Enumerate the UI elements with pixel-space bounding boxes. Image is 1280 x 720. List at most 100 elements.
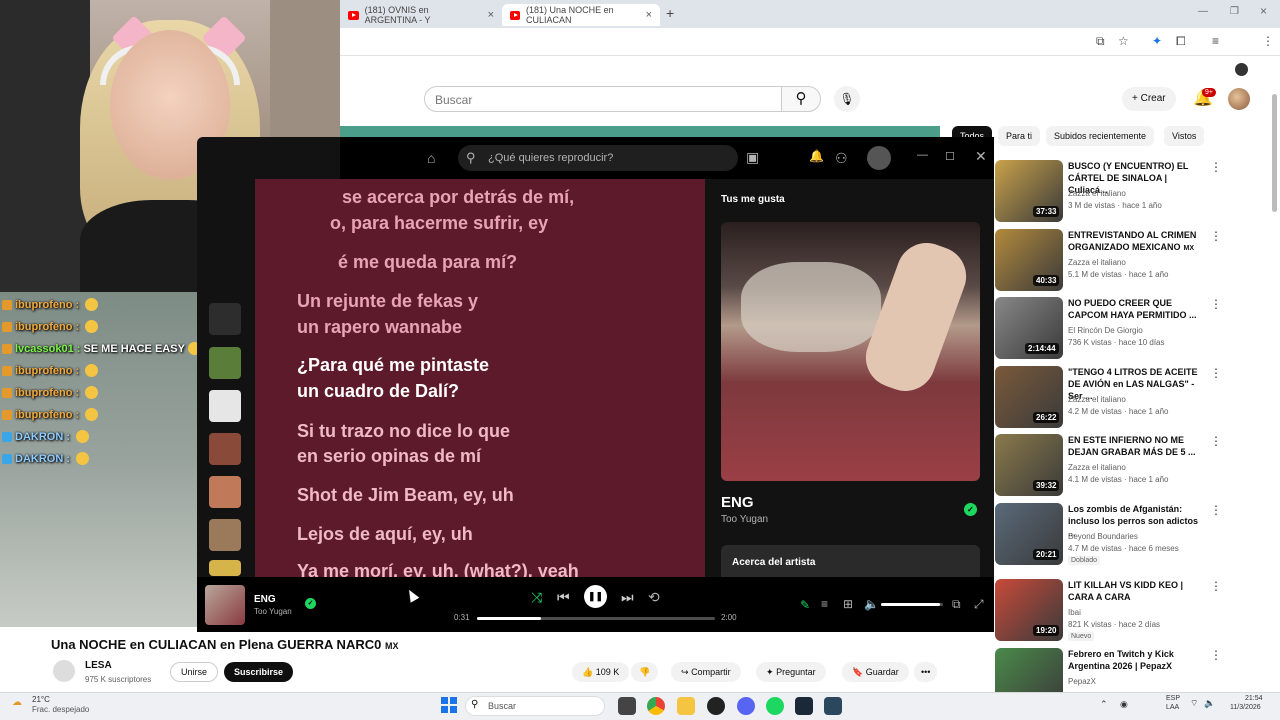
discord-icon[interactable] [737, 697, 755, 715]
search-button[interactable]: ⚲ [781, 86, 821, 112]
channel-name[interactable]: LESA [85, 660, 112, 671]
tray-chevron-icon[interactable]: ⌃ [1100, 699, 1108, 710]
friends-icon[interactable]: ⚇ [835, 150, 848, 167]
chip-para-ti[interactable]: Para ti [998, 126, 1041, 146]
avatar[interactable] [1228, 88, 1250, 110]
mic-icon[interactable]: 🎙 [834, 86, 860, 112]
more-options-icon[interactable]: ⋮ [1210, 229, 1222, 243]
pause-button[interactable]: ❚❚ [584, 585, 607, 608]
video-channel[interactable]: Beyond Boundaries [1068, 532, 1138, 541]
close-icon[interactable]: × [488, 9, 494, 21]
more-options-icon[interactable]: ⋮ [1210, 434, 1222, 448]
library-item[interactable] [209, 560, 241, 576]
devices-icon[interactable]: ⊞ [843, 597, 853, 611]
wifi-icon[interactable]: ⌔ [1190, 698, 1198, 709]
library-item[interactable] [209, 476, 241, 508]
more-options-icon[interactable]: ⋮ [1210, 503, 1222, 517]
browser-tab-culiacan[interactable]: (181) Una NOCHE en CULIACAN × [502, 4, 660, 26]
track-title[interactable]: ENG [721, 494, 754, 511]
extension-icon[interactable]: ✦ [1152, 34, 1162, 48]
recommended-video[interactable]: 20:21 Los zombis de Afganistán: incluso l… [995, 503, 1275, 565]
windows-start-icon[interactable] [441, 697, 457, 713]
miniplayer-icon[interactable]: ⧉ [952, 597, 961, 612]
more-options-icon[interactable]: ⋮ [1210, 366, 1222, 380]
library-item[interactable] [209, 390, 241, 422]
lyric-line[interactable]: un cuadro de Dalí? [297, 378, 459, 404]
spotify-search-input[interactable]: ¿Qué quieres reproducir? [458, 145, 738, 171]
maximize-icon[interactable]: ☐ [945, 150, 955, 163]
new-tab-button[interactable]: + [666, 5, 674, 21]
track-artist[interactable]: Too Yugan [721, 514, 768, 525]
save-button[interactable]: 🔖 Guardar [842, 662, 909, 682]
more-options-icon[interactable]: ⋮ [1210, 648, 1222, 662]
next-icon[interactable]: ⏭ [621, 589, 634, 606]
task-view-icon[interactable] [618, 697, 636, 715]
lyric-line[interactable]: ¿Para qué me pintaste [297, 352, 489, 378]
player-track-artist[interactable]: Too Yugan [254, 607, 292, 616]
lyric-line[interactable]: Si tu trazo no dice lo que [297, 418, 510, 444]
chip-vistos[interactable]: Vistos [1164, 126, 1205, 146]
chip-subidos-recientemente[interactable]: Subidos recientemente [1046, 126, 1155, 146]
fullscreen-icon[interactable]: ⤢ [974, 597, 984, 612]
join-button[interactable]: Unirse [170, 662, 219, 682]
player-track-title[interactable]: ENG [254, 594, 276, 605]
reading-list-icon[interactable]: ≡ [1212, 34, 1219, 48]
youtube-search-input[interactable]: Buscar [424, 86, 782, 112]
share-button[interactable]: ↪ Compartir [671, 662, 741, 682]
obs-icon[interactable] [707, 697, 725, 715]
lyric-line[interactable]: en serio opinas de mí [297, 443, 481, 469]
network-icon[interactable]: ◉ [1120, 699, 1128, 710]
volume-icon[interactable]: 🔈 [1204, 698, 1215, 709]
video-channel[interactable]: Zazza el italiano [1068, 395, 1126, 404]
video-channel[interactable]: El Rincón De Giorgio [1068, 326, 1143, 335]
channel-avatar[interactable] [53, 660, 75, 682]
video-channel[interactable]: PepazX [1068, 677, 1096, 686]
menu-dots-icon[interactable]: ⋮ [1262, 34, 1274, 48]
repeat-icon[interactable]: ⟲ [648, 589, 660, 606]
video-channel[interactable]: Zazza el italiano [1068, 463, 1126, 472]
spotify-avatar[interactable] [867, 146, 891, 170]
library-item[interactable] [209, 347, 241, 379]
lyric-line[interactable]: Un rejunte de fekas y [297, 288, 478, 314]
recommended-video[interactable]: 2:14:44 NO PUEDO CREER QUE CAPCOM HAYA PE… [995, 297, 1275, 359]
video-channel[interactable]: Zazza el italiano [1068, 258, 1126, 267]
lyrics-mic-icon[interactable]: ✎ [800, 598, 810, 612]
queue-icon[interactable]: ≡ [821, 597, 828, 611]
clock-date[interactable]: 11/3/2026 [1230, 704, 1261, 711]
video-title[interactable]: Febrero en Twitch y Kick Argentina 2026 … [1068, 648, 1206, 672]
home-icon[interactable]: ⌂ [427, 150, 443, 166]
more-actions-button[interactable]: ••• [914, 662, 938, 682]
video-channel[interactable]: Ibai [1068, 608, 1081, 617]
puzzle-icon[interactable]: ⧠ [1176, 34, 1186, 49]
video-title[interactable]: ENTREVISTANDO AL CRIMEN ORGANIZADO MEXIC… [1068, 229, 1206, 255]
steam-icon[interactable] [795, 697, 813, 715]
previous-icon[interactable]: ⏮ [557, 589, 570, 606]
minimize-icon[interactable]: — [917, 149, 928, 161]
library-item[interactable] [209, 433, 241, 465]
more-options-icon[interactable]: ⋮ [1210, 297, 1222, 311]
library-item[interactable] [209, 519, 241, 551]
recommended-video[interactable]: 39:32 EN ESTE INFIERNO NO ME DEJAN GRABAR… [995, 434, 1275, 496]
browse-icon[interactable]: ▣ [746, 149, 759, 166]
install-icon[interactable]: ⧉ [1096, 34, 1105, 49]
minimize-icon[interactable]: — [1198, 6, 1208, 17]
browser-tab-ovnis[interactable]: (181) OVNIS en ARGENTINA - Y × [340, 4, 502, 26]
liked-check-icon[interactable]: ✓ [964, 503, 977, 516]
video-title[interactable]: LIT KILLAH VS KIDD KEO | CARA A CARA [1068, 579, 1206, 603]
video-title[interactable]: NO PUEDO CREER QUE CAPCOM HAYA PERMITIDO… [1068, 297, 1206, 321]
chrome-icon[interactable] [647, 697, 665, 715]
lyric-line[interactable]: é me queda para mí? [338, 249, 517, 275]
recommended-video[interactable]: 37:33 BUSCO (Y ENCUENTRO) EL CÁRTEL DE SI… [995, 160, 1275, 222]
weather-desc[interactable]: Frac. despejado [32, 705, 89, 714]
lyric-line[interactable]: Shot de Jim Beam, ey, uh [297, 482, 514, 508]
language-indicator[interactable]: ESP [1166, 695, 1180, 702]
lyric-line[interactable]: Lejos de aquí, ey, uh [297, 521, 473, 547]
taskbar-search[interactable]: Buscar [465, 696, 605, 716]
volume-icon[interactable]: 🔈 [864, 597, 879, 611]
more-options-icon[interactable]: ⋮ [1210, 160, 1222, 174]
close-icon[interactable]: ✕ [975, 148, 987, 165]
page-scrollbar[interactable] [1272, 94, 1277, 212]
like-button[interactable]: 👍 109 K [572, 662, 630, 682]
recommended-video[interactable]: 19:20 LIT KILLAH VS KIDD KEO | CARA A CAR… [995, 579, 1275, 641]
weather-temp[interactable]: 21°C [32, 695, 50, 704]
